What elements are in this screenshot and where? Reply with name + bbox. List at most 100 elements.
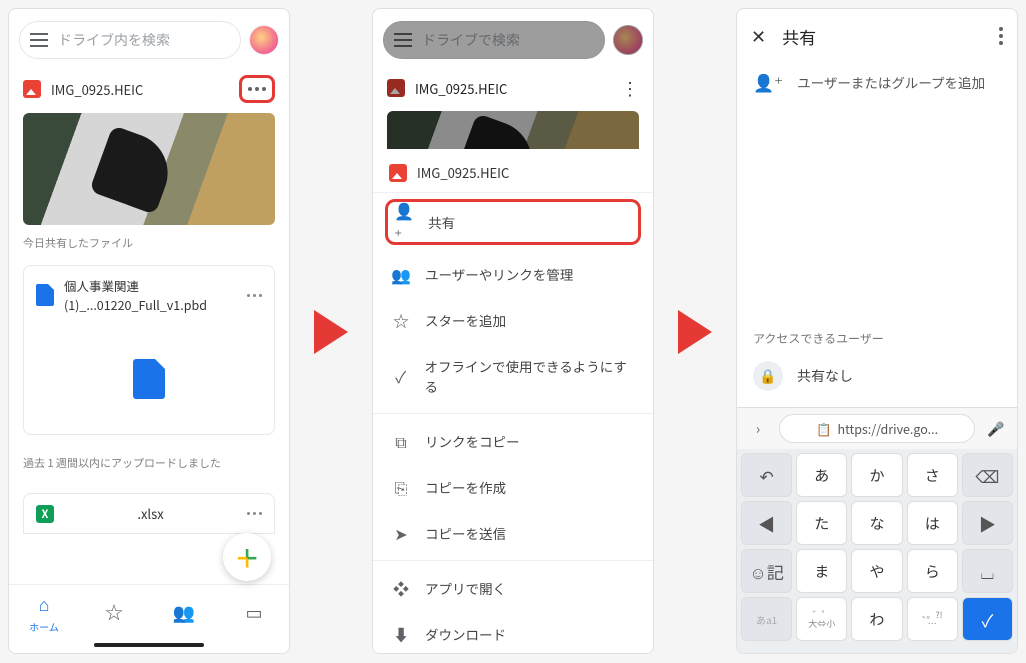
key-enter[interactable]: ✓	[962, 597, 1013, 641]
no-share-row: 🔒 共有なし	[737, 351, 1017, 407]
folder-icon: ▭	[245, 599, 262, 625]
add-people-row[interactable]: 👤⁺ ユーザーまたはグループを追加	[737, 59, 1017, 108]
key-sa[interactable]: さ	[907, 453, 958, 497]
screen-drive-home: ドライブ内を検索 IMG_0925.HEIC 今日共有したファイル 個人事業関連…	[8, 8, 290, 654]
menu-make-copy[interactable]: ⎘ コピーを作成	[373, 464, 653, 510]
key-ma[interactable]: ま	[796, 549, 847, 593]
section-uploaded: 過去 1 週間以内にアップロードしました	[9, 445, 289, 485]
person-add-icon: 👤⁺	[394, 212, 414, 232]
key-a[interactable]: あ	[796, 453, 847, 497]
search-bar-dimmed: ドライブで検索	[383, 21, 605, 59]
key-ya[interactable]: や	[851, 549, 902, 593]
home-indicator	[94, 643, 204, 647]
search-bar[interactable]: ドライブ内を検索	[19, 21, 241, 59]
sheet-title: IMG_0925.HEIC	[417, 163, 509, 182]
keyboard: › 📋 https://drive.go... 🎤 ↶ あ か さ ⌫ ◀ た …	[737, 407, 1017, 653]
menu-icon	[394, 33, 412, 47]
file-card[interactable]: 個人事業関連(1)_...01220_Full_v1.pbd	[23, 265, 275, 435]
section-shared-today: 今日共有したファイル	[9, 225, 289, 265]
clipboard-icon: 📋	[816, 419, 832, 438]
key-na[interactable]: な	[851, 501, 902, 545]
document-icon	[133, 359, 165, 399]
xlsx-more-button[interactable]	[247, 512, 262, 515]
share-header: ✕ 共有	[737, 9, 1017, 59]
nav-shared[interactable]: 👥	[149, 585, 219, 639]
key-backspace[interactable]: ⌫	[962, 453, 1013, 497]
key-ka[interactable]: か	[851, 453, 902, 497]
screen-share-dialog: ✕ 共有 👤⁺ ユーザーまたはグループを追加 アクセスできるユーザー 🔒 共有な…	[736, 8, 1018, 654]
key-emoji[interactable]: ☺記	[741, 549, 792, 593]
nav-home[interactable]: ⌂ホーム	[9, 585, 79, 639]
image-icon	[387, 79, 405, 97]
send-icon: ➤	[391, 523, 411, 543]
key-right[interactable]: ▶	[962, 501, 1013, 545]
image-icon	[389, 164, 407, 182]
mic-icon[interactable]: 🎤	[983, 416, 1009, 442]
clipboard-suggestion[interactable]: 📋 https://drive.go...	[779, 414, 975, 443]
home-icon: ⌂	[39, 591, 50, 617]
file-name: IMG_0925.HEIC	[51, 80, 229, 99]
people-icon: 👥	[173, 599, 195, 625]
offline-icon: ✓	[391, 366, 411, 386]
bottom-nav: ⌂ホーム ☆ 👥 ▭	[9, 584, 289, 639]
header: ドライブ内を検索	[9, 9, 289, 65]
apps-icon: ❖	[391, 578, 411, 598]
access-label: アクセスできるユーザー	[737, 320, 1017, 351]
xlsx-name: .xlsx	[64, 504, 237, 523]
arrow-icon	[314, 310, 348, 354]
key-ra[interactable]: ら	[907, 549, 958, 593]
share-title: 共有	[782, 24, 983, 49]
key-ta[interactable]: た	[796, 501, 847, 545]
bottom-sheet: IMG_0925.HEIC 👤⁺ 共有 👥 ユーザーやリンクを管理 ☆ スターを…	[373, 149, 653, 653]
close-button[interactable]: ✕	[751, 23, 766, 49]
key-ha[interactable]: は	[907, 501, 958, 545]
file-icon	[36, 284, 54, 306]
nav-files[interactable]: ▭	[219, 585, 289, 639]
link-icon: ⧉	[391, 431, 411, 451]
menu-download[interactable]: ⬇ ダウンロード	[373, 611, 653, 653]
nav-starred[interactable]: ☆	[79, 585, 149, 639]
menu-offline[interactable]: ✓ オフラインで使用できるようにする	[373, 343, 653, 409]
key-punctuation[interactable]: 、。?!…	[907, 597, 958, 641]
avatar[interactable]	[249, 25, 279, 55]
image-icon	[23, 80, 41, 98]
download-icon: ⬇	[391, 624, 411, 644]
card-header: 個人事業関連(1)_...01220_Full_v1.pbd	[24, 266, 274, 324]
search-placeholder: ドライブ内を検索	[58, 30, 170, 50]
person-add-icon: 👤⁺	[753, 69, 783, 94]
keyboard-suggestion-bar: › 📋 https://drive.go... 🎤	[737, 408, 1017, 449]
sheet-header: IMG_0925.HEIC	[373, 149, 653, 193]
file-row[interactable]: IMG_0925.HEIC	[9, 65, 289, 113]
menu-send-copy[interactable]: ➤ コピーを送信	[373, 510, 653, 556]
card-title: 個人事業関連(1)_...01220_Full_v1.pbd	[64, 276, 237, 314]
arrow-icon	[678, 310, 712, 354]
menu-copy-link[interactable]: ⧉ リンクをコピー	[373, 418, 653, 464]
xlsx-file-row[interactable]: X .xlsx	[23, 493, 275, 534]
people-icon: 👥	[391, 264, 411, 284]
xlsx-icon: X	[36, 505, 54, 523]
keyboard-rows: ↶ あ か さ ⌫ ◀ た な は ▶ ☺記 ま や ら ⌴ あa1	[737, 449, 1017, 653]
lock-icon: 🔒	[753, 361, 783, 391]
menu-manage-access[interactable]: 👥 ユーザーやリンクを管理	[373, 251, 653, 297]
star-icon: ☆	[391, 310, 411, 330]
chevron-right-icon[interactable]: ›	[745, 416, 771, 442]
menu-share[interactable]: 👤⁺ 共有	[385, 199, 641, 245]
key-left[interactable]: ◀	[741, 501, 792, 545]
key-undo[interactable]: ↶	[741, 453, 792, 497]
more-button[interactable]	[239, 75, 275, 103]
key-wa[interactable]: わ	[851, 597, 902, 641]
menu-icon[interactable]	[30, 33, 48, 47]
more-button[interactable]	[999, 27, 1003, 45]
fab-new[interactable]: ＋	[223, 533, 271, 581]
key-dash[interactable]: ⌴	[962, 549, 1013, 593]
screen-context-menu: ドライブで検索 IMG_0925.HEIC ⋮ IMG_0925.HEIC 👤⁺…	[372, 8, 654, 654]
key-size-toggle[interactable]: ゛゜大⇔小	[796, 597, 847, 641]
menu-open-with[interactable]: ❖ アプリで開く	[373, 565, 653, 611]
menu-add-star[interactable]: ☆ スターを追加	[373, 297, 653, 343]
file-thumbnail[interactable]	[23, 113, 275, 225]
key-input-mode[interactable]: あa1	[741, 597, 792, 641]
card-more-button[interactable]	[247, 294, 262, 297]
copy-icon: ⎘	[391, 477, 411, 497]
star-icon: ☆	[105, 599, 123, 625]
card-preview	[24, 324, 274, 434]
